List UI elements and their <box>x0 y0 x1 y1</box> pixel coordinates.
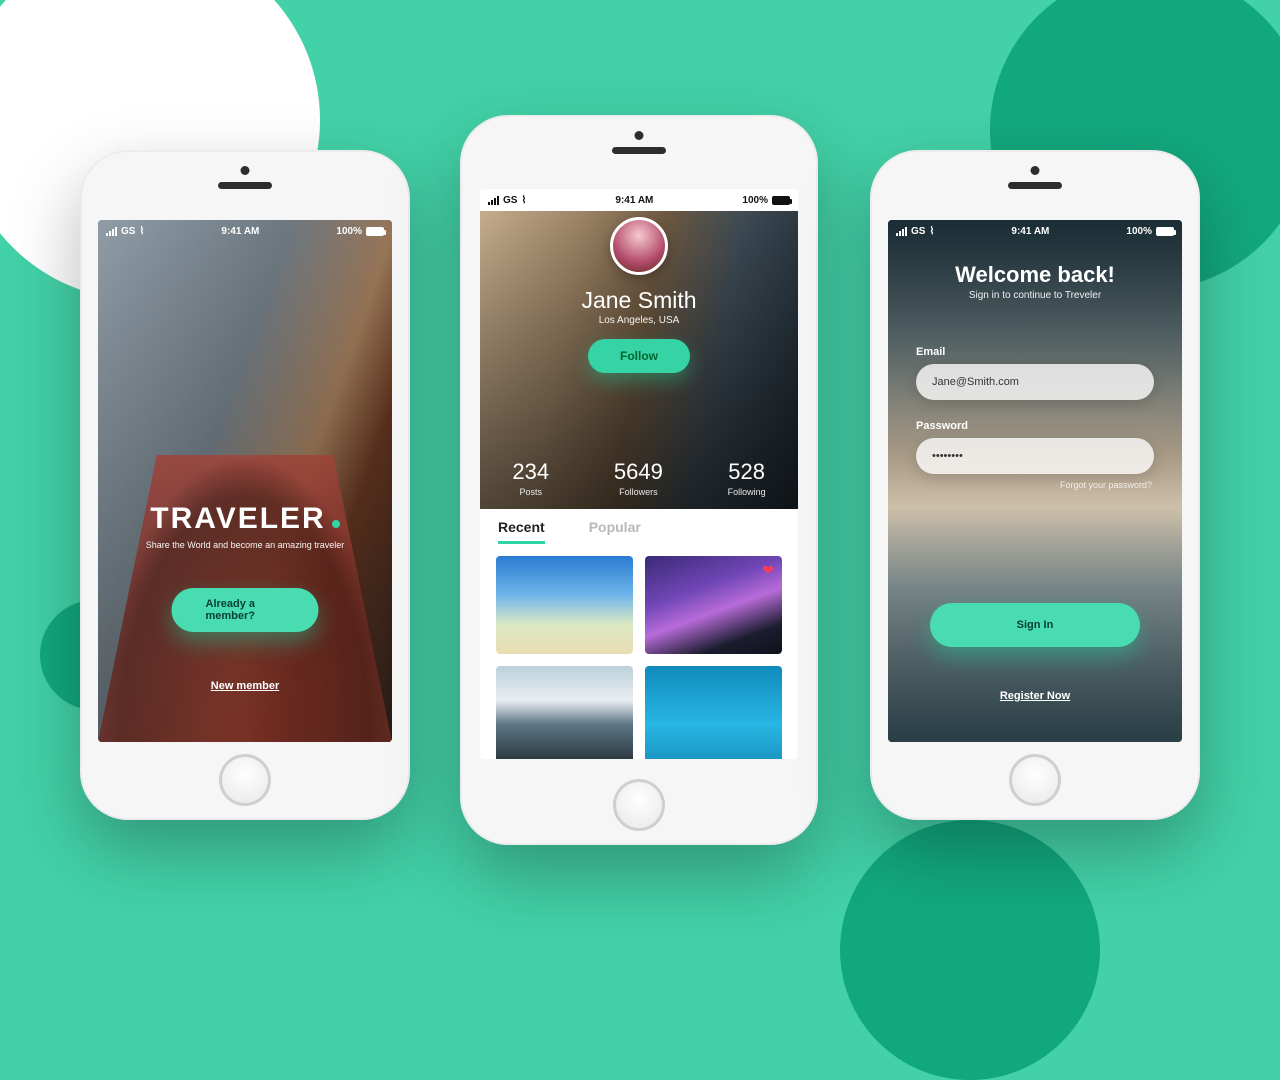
tab-popular[interactable]: Popular <box>589 519 641 544</box>
battery-icon <box>366 227 384 236</box>
stat-value: 234 <box>512 459 549 485</box>
profile-location: Los Angeles, USA <box>480 315 798 326</box>
accent-dot-icon <box>332 520 340 528</box>
password-field[interactable] <box>916 438 1154 474</box>
heart-icon[interactable]: ❤ <box>762 562 774 579</box>
photo-tile[interactable] <box>496 556 633 654</box>
app-title: TRAVELER <box>150 502 339 536</box>
profile-header: Jane Smith Los Angeles, USA Follow 234 P… <box>480 211 798 509</box>
screen-profile: GS ⌇ 9:41 AM 100% Jane Smith Los Angeles… <box>480 189 798 759</box>
home-button[interactable] <box>613 779 665 831</box>
phone-profile: GS ⌇ 9:41 AM 100% Jane Smith Los Angeles… <box>460 115 818 845</box>
battery-label: 100% <box>1126 226 1152 237</box>
signin-button[interactable]: Sign In <box>930 603 1140 647</box>
status-time: 9:41 AM <box>615 195 653 206</box>
signal-icon <box>106 227 117 236</box>
home-button[interactable] <box>1009 754 1061 806</box>
forgot-password-link[interactable]: Forgot your password? <box>1060 480 1152 490</box>
stat-following[interactable]: 528 Following <box>728 459 766 497</box>
phone-camera <box>635 131 644 140</box>
already-member-button[interactable]: Already a member? <box>172 588 319 632</box>
photo-tile[interactable] <box>496 666 633 759</box>
stat-label: Posts <box>512 487 549 497</box>
status-time: 9:41 AM <box>1011 226 1049 237</box>
phone-speaker <box>218 182 272 189</box>
status-bar: GS ⌇ 9:41 AM 100% <box>480 189 798 211</box>
tab-recent[interactable]: Recent <box>498 519 545 544</box>
signal-icon <box>896 227 907 236</box>
status-bar: GS ⌇ 9:41 AM 100% <box>98 220 392 242</box>
stat-label: Following <box>728 487 766 497</box>
phone-signin: GS ⌇ 9:41 AM 100% Welcome back! Sign in … <box>870 150 1200 820</box>
carrier-label: GS <box>911 226 925 237</box>
stat-value: 528 <box>728 459 766 485</box>
battery-icon <box>1156 227 1174 236</box>
phone-camera <box>1031 166 1040 175</box>
email-label: Email <box>916 346 1154 358</box>
signin-subtitle: Sign in to continue to Treveler <box>888 290 1182 301</box>
signal-icon <box>488 196 499 205</box>
phone-speaker <box>612 147 666 154</box>
phone-camera <box>241 166 250 175</box>
photo-tile[interactable]: ❤ <box>645 556 782 654</box>
avatar[interactable] <box>610 217 668 275</box>
battery-label: 100% <box>742 195 768 206</box>
screen-landing: GS ⌇ 9:41 AM 100% TRAVELER Share the Wor… <box>98 220 392 742</box>
email-field[interactable] <box>916 364 1154 400</box>
stat-value: 5649 <box>614 459 663 485</box>
carrier-label: GS <box>503 195 517 206</box>
status-bar: GS ⌇ 9:41 AM 100% <box>888 220 1182 242</box>
app-subtitle: Share the World and become an amazing tr… <box>122 540 368 550</box>
stat-label: Followers <box>614 487 663 497</box>
home-button[interactable] <box>219 754 271 806</box>
stat-posts[interactable]: 234 Posts <box>512 459 549 497</box>
tabs: Recent Popular <box>480 509 798 550</box>
new-member-link[interactable]: New member <box>211 680 279 692</box>
signin-form: Email Password <box>916 346 1154 474</box>
wifi-icon: ⌇ <box>139 226 144 237</box>
photo-tile[interactable] <box>645 666 782 759</box>
profile-stats: 234 Posts 5649 Followers 528 Following <box>480 459 798 497</box>
follow-button[interactable]: Follow <box>588 339 690 373</box>
wifi-icon: ⌇ <box>521 195 526 206</box>
photo-grid: ❤ <box>480 550 798 759</box>
register-link[interactable]: Register Now <box>1000 690 1070 702</box>
bg-circle <box>840 820 1100 1080</box>
battery-icon <box>772 196 790 205</box>
phone-speaker <box>1008 182 1062 189</box>
battery-label: 100% <box>336 226 362 237</box>
phone-landing: GS ⌇ 9:41 AM 100% TRAVELER Share the Wor… <box>80 150 410 820</box>
signin-title: Welcome back! <box>888 262 1182 288</box>
wifi-icon: ⌇ <box>929 226 934 237</box>
screen-signin: GS ⌇ 9:41 AM 100% Welcome back! Sign in … <box>888 220 1182 742</box>
status-time: 9:41 AM <box>221 226 259 237</box>
password-label: Password <box>916 420 1154 432</box>
stat-followers[interactable]: 5649 Followers <box>614 459 663 497</box>
carrier-label: GS <box>121 226 135 237</box>
profile-name: Jane Smith <box>480 287 798 314</box>
